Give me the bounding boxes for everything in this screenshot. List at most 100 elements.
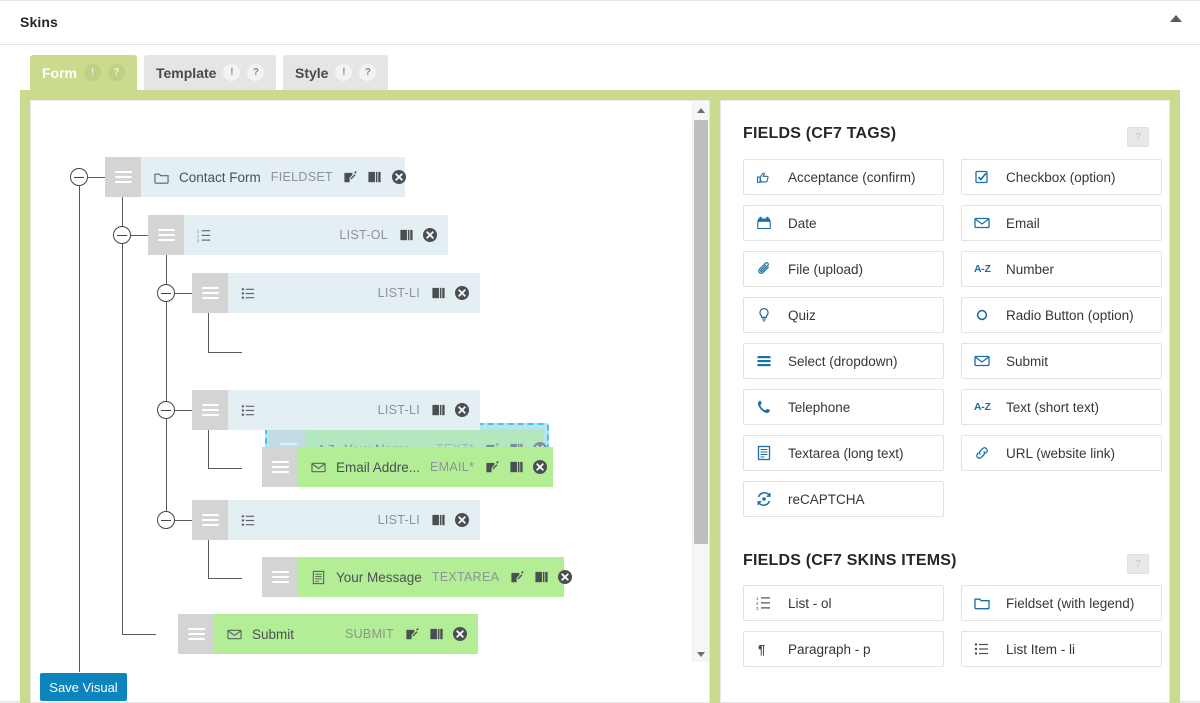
collapse-toggle-fieldset[interactable] bbox=[70, 168, 88, 186]
field-button-email[interactable]: Email bbox=[961, 205, 1162, 241]
duplicate-icon[interactable] bbox=[367, 169, 383, 185]
collapse-toggle-list-li-2[interactable] bbox=[157, 401, 175, 419]
delete-icon[interactable] bbox=[422, 227, 438, 243]
edit-icon[interactable] bbox=[484, 459, 500, 475]
field-button-file[interactable]: File (upload) bbox=[743, 251, 944, 287]
tab-form-alert-badge[interactable]: ! bbox=[84, 64, 101, 81]
field-button-list-ol[interactable]: 123 List - ol bbox=[743, 585, 944, 621]
field-label: Radio Button (option) bbox=[1006, 308, 1134, 323]
scroll-up-icon[interactable] bbox=[693, 102, 709, 118]
tree-node-type: LIST-LI bbox=[378, 403, 420, 417]
tab-style-help-badge[interactable]: ? bbox=[359, 64, 376, 81]
duplicate-icon[interactable] bbox=[398, 227, 414, 243]
field-button-number[interactable]: A-Z Number bbox=[961, 251, 1162, 287]
delete-icon[interactable] bbox=[452, 626, 468, 642]
tree-line bbox=[122, 177, 123, 634]
scrollbar-thumb[interactable] bbox=[694, 120, 708, 544]
tab-form-help-badge[interactable]: ? bbox=[108, 64, 125, 81]
drag-handle-icon[interactable] bbox=[178, 614, 214, 654]
tree-node-textarea[interactable]: Your Message TEXTAREA bbox=[262, 557, 564, 597]
field-label: Acceptance (confirm) bbox=[788, 170, 916, 185]
tree-node-fieldset[interactable]: Contact Form FIELDSET bbox=[105, 157, 405, 197]
list-ol-icon: 123 bbox=[756, 595, 780, 611]
field-button-select[interactable]: Select (dropdown) bbox=[743, 343, 944, 379]
collapse-toggle-list-li-3[interactable] bbox=[157, 511, 175, 529]
tree-node-body: Email Addre... EMAIL* bbox=[298, 447, 553, 487]
tree-node-type: LIST-LI bbox=[378, 286, 420, 300]
duplicate-icon[interactable] bbox=[533, 569, 549, 585]
tab-style-alert-badge[interactable]: ! bbox=[335, 64, 352, 81]
delete-icon[interactable] bbox=[454, 512, 470, 528]
duplicate-icon[interactable] bbox=[430, 402, 446, 418]
drag-handle-icon[interactable] bbox=[192, 500, 228, 540]
delete-icon[interactable] bbox=[532, 459, 548, 475]
tab-template-help-badge[interactable]: ? bbox=[247, 64, 264, 81]
drag-handle-icon[interactable] bbox=[192, 273, 228, 313]
canvas-scrollbar[interactable] bbox=[692, 102, 708, 662]
scroll-down-icon[interactable] bbox=[693, 646, 709, 662]
tab-bar: Form ! ? Template ! ? Style ! ? Template… bbox=[0, 46, 1200, 90]
tree-node-type: TEXTAREA bbox=[432, 570, 499, 584]
drag-handle-icon[interactable] bbox=[148, 215, 184, 255]
tree-line bbox=[208, 468, 242, 469]
skins-metabox: Skins Form ! ? Template ! ? Style ! ? Te… bbox=[0, 0, 1200, 702]
metabox-header: Skins bbox=[0, 1, 1200, 45]
tree-node-body: Contact Form FIELDSET bbox=[141, 157, 405, 197]
edit-icon[interactable] bbox=[404, 626, 420, 642]
list-li-icon bbox=[238, 286, 258, 301]
drag-handle-icon[interactable] bbox=[105, 157, 141, 197]
field-button-radio[interactable]: Radio Button (option) bbox=[961, 297, 1162, 333]
section-title-skins-items: FIELDS (CF7 SKINS ITEMS) bbox=[743, 552, 957, 570]
field-button-quiz[interactable]: Quiz bbox=[743, 297, 944, 333]
tree-node-list-li-3[interactable]: LIST-LI bbox=[192, 500, 480, 540]
tree-node-list-ol[interactable]: 123 LIST-OL bbox=[148, 215, 448, 255]
field-button-text[interactable]: A-Z Text (short text) bbox=[961, 389, 1162, 425]
duplicate-icon[interactable] bbox=[508, 459, 524, 475]
drag-handle-icon[interactable] bbox=[262, 557, 298, 597]
field-label: List Item - li bbox=[1006, 642, 1075, 657]
edit-icon[interactable] bbox=[509, 569, 525, 585]
tree-node-list-li-1[interactable]: LIST-LI bbox=[192, 273, 480, 313]
tab-template-alert-badge[interactable]: ! bbox=[223, 64, 240, 81]
tree-node-body: LIST-LI bbox=[228, 390, 480, 430]
field-label: Email bbox=[1006, 216, 1040, 231]
collapse-toggle-list-li-1[interactable] bbox=[157, 284, 175, 302]
field-label: Submit bbox=[1006, 354, 1048, 369]
duplicate-icon[interactable] bbox=[428, 626, 444, 642]
field-button-textarea[interactable]: Textarea (long text) bbox=[743, 435, 944, 471]
duplicate-icon[interactable] bbox=[430, 285, 446, 301]
toggle-indicator-icon[interactable] bbox=[1170, 15, 1182, 22]
field-button-submit[interactable]: Submit bbox=[961, 343, 1162, 379]
field-button-telephone[interactable]: Telephone bbox=[743, 389, 944, 425]
field-button-url[interactable]: URL (website link) bbox=[961, 435, 1162, 471]
collapse-toggle-list-ol[interactable] bbox=[113, 226, 131, 244]
tab-form[interactable]: Form ! ? bbox=[30, 55, 137, 90]
field-button-recaptcha[interactable]: reCAPTCHA bbox=[743, 481, 944, 517]
tab-style[interactable]: Style ! ? bbox=[283, 55, 388, 90]
field-button-checkbox[interactable]: Checkbox (option) bbox=[961, 159, 1162, 195]
field-button-acceptance[interactable]: Acceptance (confirm) bbox=[743, 159, 944, 195]
list-li-icon bbox=[974, 641, 998, 657]
text-az-icon: A-Z bbox=[974, 263, 998, 275]
duplicate-icon[interactable] bbox=[430, 512, 446, 528]
delete-icon[interactable] bbox=[454, 402, 470, 418]
tree-node-list-li-2[interactable]: LIST-LI bbox=[192, 390, 480, 430]
drag-handle-icon[interactable] bbox=[262, 447, 298, 487]
edit-icon[interactable] bbox=[343, 169, 359, 185]
help-button-cf7-tags[interactable]: ? bbox=[1127, 127, 1149, 147]
submit-icon bbox=[224, 627, 244, 642]
field-button-fieldset[interactable]: Fieldset (with legend) bbox=[961, 585, 1162, 621]
drag-handle-icon[interactable] bbox=[192, 390, 228, 430]
save-visual-button[interactable]: Save Visual bbox=[40, 673, 127, 701]
field-label: List - ol bbox=[788, 596, 832, 611]
help-button-skins-items[interactable]: ? bbox=[1127, 554, 1149, 574]
tab-template[interactable]: Template ! ? bbox=[144, 55, 276, 90]
field-button-paragraph[interactable]: ¶ Paragraph - p bbox=[743, 631, 944, 667]
delete-icon[interactable] bbox=[454, 285, 470, 301]
delete-icon[interactable] bbox=[557, 569, 573, 585]
tree-node-submit[interactable]: Submit SUBMIT bbox=[178, 614, 478, 654]
field-button-list-li[interactable]: List Item - li bbox=[961, 631, 1162, 667]
delete-icon[interactable] bbox=[391, 169, 407, 185]
field-button-date[interactable]: Date bbox=[743, 205, 944, 241]
tree-node-email[interactable]: Email Addre... EMAIL* bbox=[262, 447, 553, 487]
